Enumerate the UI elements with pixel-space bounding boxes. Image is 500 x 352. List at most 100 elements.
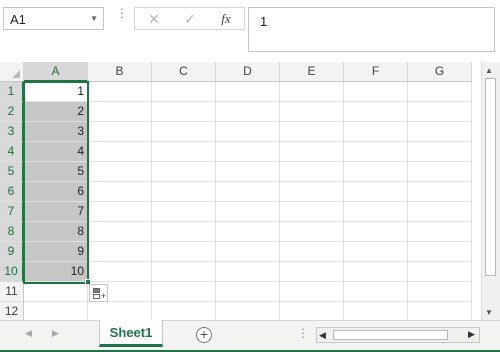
row-header-11[interactable]: 11 — [0, 282, 24, 302]
cell-f4[interactable] — [344, 142, 408, 162]
vertical-scrollbar[interactable]: ▲ ▼ — [481, 62, 500, 320]
cell-g12[interactable] — [408, 302, 472, 320]
cell-a3[interactable]: 3 — [24, 122, 88, 142]
cell-b6[interactable] — [88, 182, 152, 202]
cell-g1[interactable] — [408, 82, 472, 102]
cell-d2[interactable] — [216, 102, 280, 122]
worksheet-grid[interactable]: ABCDEFG 1 2 3 4 5 6 7 8 9 10 11 12 1 2 3 4 5 6 7 8 9 10 + — [0, 62, 481, 320]
cell-a10[interactable]: 10 — [24, 262, 88, 282]
cell-f3[interactable] — [344, 122, 408, 142]
column-header-f[interactable]: F — [344, 62, 408, 82]
column-header-c[interactable]: C — [152, 62, 216, 82]
scroll-down-icon[interactable]: ▼ — [485, 308, 493, 317]
cell-g5[interactable] — [408, 162, 472, 182]
cell-f11[interactable] — [344, 282, 408, 302]
row-header-12[interactable]: 12 — [0, 302, 24, 320]
sheet-tab-sheet1[interactable]: Sheet1 — [99, 320, 163, 347]
cell-c2[interactable] — [152, 102, 216, 122]
cell-e11[interactable] — [280, 282, 344, 302]
cell-c8[interactable] — [152, 222, 216, 242]
row-header-6[interactable]: 6 — [0, 182, 24, 202]
cell-d10[interactable] — [216, 262, 280, 282]
cell-c10[interactable] — [152, 262, 216, 282]
cell-e6[interactable] — [280, 182, 344, 202]
row-header-4[interactable]: 4 — [0, 142, 24, 162]
cell-a1[interactable]: 1 — [24, 82, 88, 102]
scroll-up-icon[interactable]: ▲ — [485, 66, 493, 75]
column-header-b[interactable]: B — [88, 62, 152, 82]
column-header-d[interactable]: D — [216, 62, 280, 82]
cell-b7[interactable] — [88, 202, 152, 222]
cell-d9[interactable] — [216, 242, 280, 262]
tab-split-grip[interactable]: ⋮ — [297, 326, 309, 340]
cell-e7[interactable] — [280, 202, 344, 222]
cell-g7[interactable] — [408, 202, 472, 222]
cell-e2[interactable] — [280, 102, 344, 122]
row-header-10[interactable]: 10 — [0, 262, 24, 282]
next-sheet-icon[interactable]: ▶ — [52, 328, 59, 339]
cell-a7[interactable]: 7 — [24, 202, 88, 222]
cell-f5[interactable] — [344, 162, 408, 182]
cell-b5[interactable] — [88, 162, 152, 182]
add-sheet-icon[interactable]: + — [196, 327, 212, 343]
cell-c11[interactable] — [152, 282, 216, 302]
cell-g11[interactable] — [408, 282, 472, 302]
cell-e8[interactable] — [280, 222, 344, 242]
cell-a9[interactable]: 9 — [24, 242, 88, 262]
scroll-right-icon[interactable]: ▶ — [468, 329, 475, 340]
cell-e10[interactable] — [280, 262, 344, 282]
cell-c7[interactable] — [152, 202, 216, 222]
cell-g8[interactable] — [408, 222, 472, 242]
cell-a6[interactable]: 6 — [24, 182, 88, 202]
cell-b10[interactable] — [88, 262, 152, 282]
cell-b12[interactable] — [88, 302, 152, 320]
name-box[interactable]: A1 ▼ — [3, 7, 104, 30]
scroll-left-icon[interactable]: ◀ — [319, 330, 326, 341]
cell-f7[interactable] — [344, 202, 408, 222]
row-header-2[interactable]: 2 — [0, 102, 24, 122]
row-header-5[interactable]: 5 — [0, 162, 24, 182]
cell-e12[interactable] — [280, 302, 344, 320]
formula-bar-grip[interactable]: ⋮ — [116, 7, 128, 27]
cell-e9[interactable] — [280, 242, 344, 262]
row-header-8[interactable]: 8 — [0, 222, 24, 242]
cell-d11[interactable] — [216, 282, 280, 302]
cell-a2[interactable]: 2 — [24, 102, 88, 122]
cell-c4[interactable] — [152, 142, 216, 162]
cell-d5[interactable] — [216, 162, 280, 182]
row-header-7[interactable]: 7 — [0, 202, 24, 222]
insert-function-icon[interactable]: fx — [215, 11, 237, 27]
cell-d1[interactable] — [216, 82, 280, 102]
row-header-3[interactable]: 3 — [0, 122, 24, 142]
quick-analysis-button[interactable]: + — [89, 284, 108, 302]
cell-c1[interactable] — [152, 82, 216, 102]
cell-d6[interactable] — [216, 182, 280, 202]
formula-input[interactable]: 1 — [248, 7, 495, 52]
cell-c6[interactable] — [152, 182, 216, 202]
cell-b4[interactable] — [88, 142, 152, 162]
cell-g4[interactable] — [408, 142, 472, 162]
cell-e4[interactable] — [280, 142, 344, 162]
cell-e3[interactable] — [280, 122, 344, 142]
cell-f2[interactable] — [344, 102, 408, 122]
cell-c5[interactable] — [152, 162, 216, 182]
cell-b2[interactable] — [88, 102, 152, 122]
cell-b3[interactable] — [88, 122, 152, 142]
cell-d3[interactable] — [216, 122, 280, 142]
cell-f1[interactable] — [344, 82, 408, 102]
cell-g10[interactable] — [408, 262, 472, 282]
cell-a11[interactable] — [24, 282, 88, 302]
cell-f9[interactable] — [344, 242, 408, 262]
cell-c12[interactable] — [152, 302, 216, 320]
cell-d7[interactable] — [216, 202, 280, 222]
cell-g3[interactable] — [408, 122, 472, 142]
cell-b9[interactable] — [88, 242, 152, 262]
cell-b1[interactable] — [88, 82, 152, 102]
horizontal-scrollbar[interactable]: ◀ — [316, 327, 480, 343]
vertical-scroll-thumb[interactable] — [485, 78, 496, 276]
cell-a5[interactable]: 5 — [24, 162, 88, 182]
chevron-down-icon[interactable]: ▼ — [90, 14, 98, 23]
cell-a12[interactable] — [24, 302, 88, 320]
check-icon[interactable]: ✓ — [179, 11, 201, 27]
cell-f6[interactable] — [344, 182, 408, 202]
